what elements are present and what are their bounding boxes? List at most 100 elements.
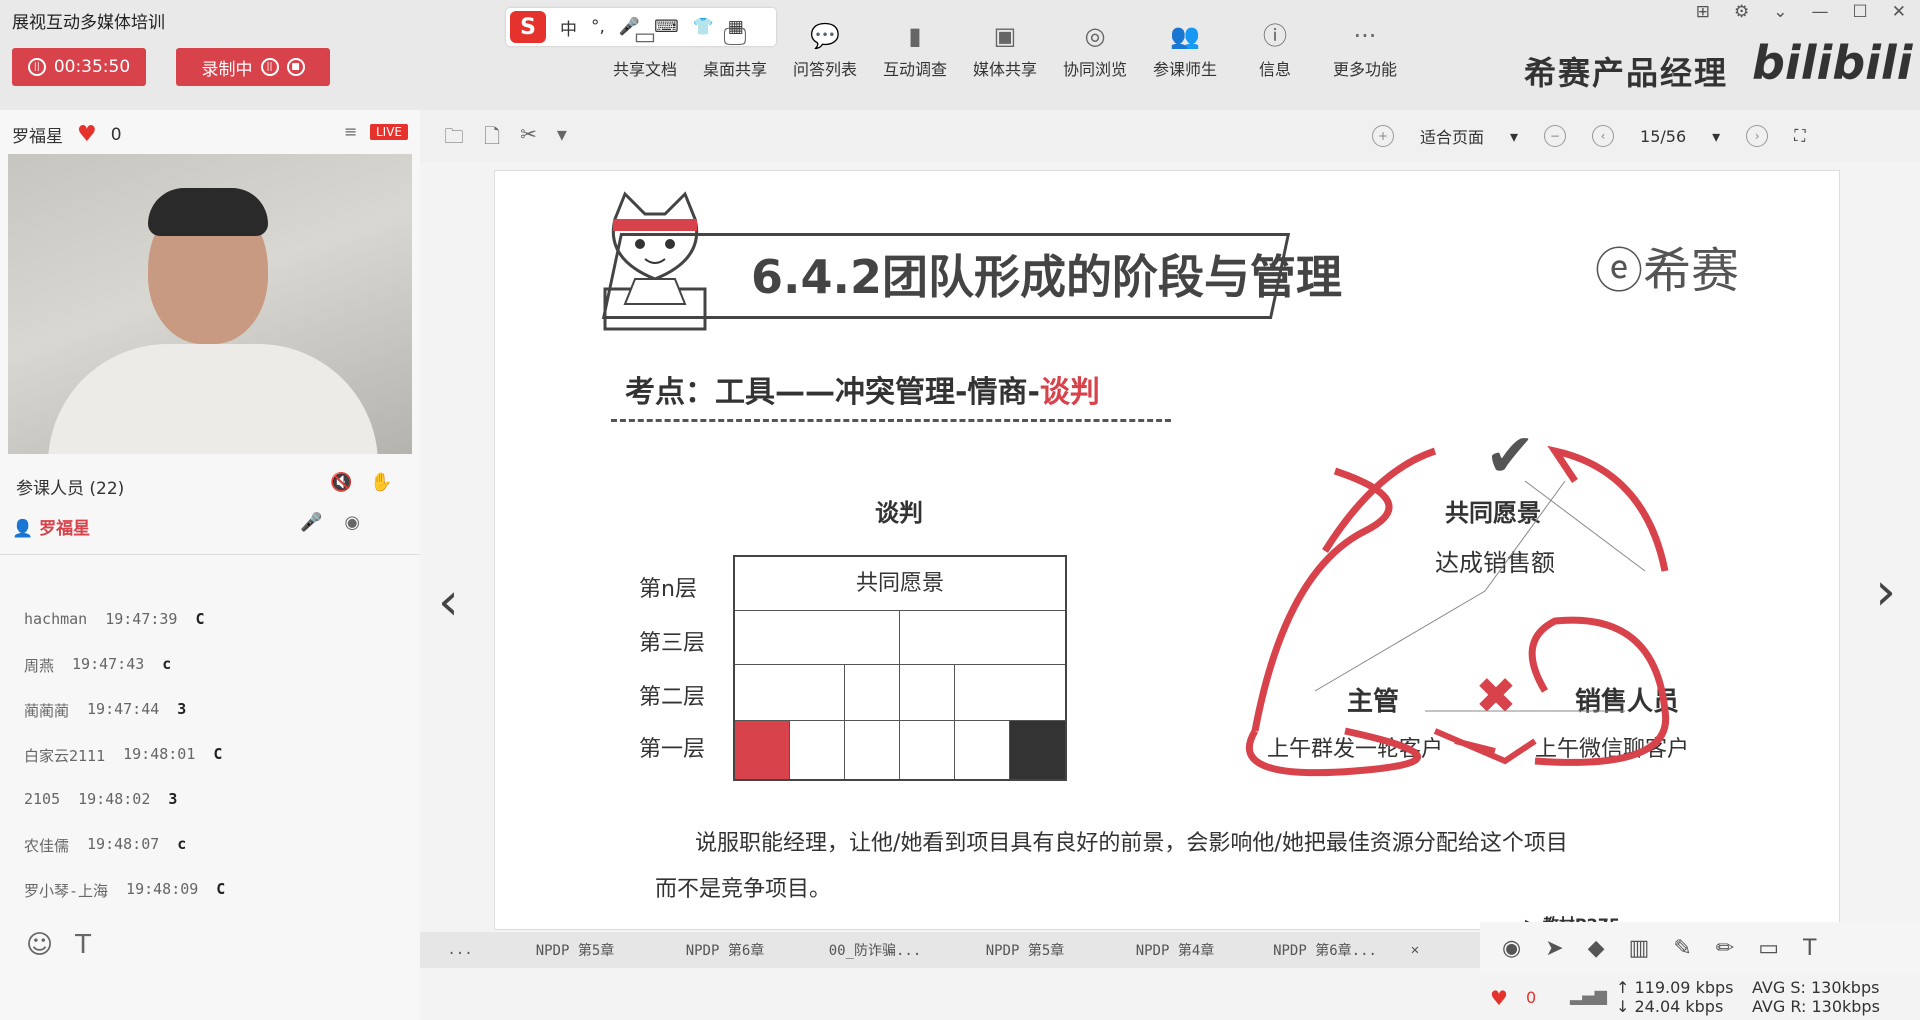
negotiation-title: 谈判 xyxy=(875,499,923,527)
tool-survey[interactable]: ▮ 互动调查 xyxy=(870,20,960,80)
camera-icon[interactable]: ◉ xyxy=(344,512,360,533)
tool-share-doc[interactable]: ▭ 共享文档 xyxy=(600,20,690,80)
signal-icon: ▂▄▆ xyxy=(1570,986,1607,1005)
timer-button[interactable]: || 00:35:50 xyxy=(12,48,146,86)
hand-icon[interactable]: ✋ xyxy=(370,472,392,493)
app-title: 展视互动多媒体培训 xyxy=(12,13,165,33)
sales-action: 上午微信聊客户 xyxy=(1535,737,1690,762)
more-icon: ··· xyxy=(1353,22,1377,50)
doc-tab[interactable]: 00_防诈骗... xyxy=(800,940,950,960)
participant-me[interactable]: 👤 罗福星 xyxy=(12,514,90,539)
cross-icon: ✖ xyxy=(1475,667,1517,725)
host-video xyxy=(8,154,412,454)
laser-pointer-icon[interactable]: ◉ xyxy=(1502,936,1521,961)
doc-tab[interactable]: NPDP 第6章 xyxy=(650,940,800,960)
chat-list[interactable]: hachman 19:47:39 C 周燕 19:47:43 c 蔺蔺蔺 19:47:44… xyxy=(24,610,384,925)
file-icon[interactable]: 🗋 xyxy=(484,122,500,156)
pen-icon[interactable]: ✏ xyxy=(1716,936,1734,961)
top-bar: 展视互动多媒体培训 || 00:35:50 录制中 || ■ S 中 °, 🎤 … xyxy=(0,0,1920,110)
dropdown-icon[interactable]: ▾ xyxy=(557,122,567,156)
user-icon: 👤 xyxy=(12,519,40,539)
text-format-icon[interactable]: T xyxy=(75,930,91,960)
page-dropdown-icon[interactable]: ▾ xyxy=(1712,127,1720,146)
chat-item: 蔺蔺蔺 19:47:44 3 xyxy=(24,700,187,720)
layer-label: 第n层 xyxy=(639,577,697,602)
fullscreen-icon[interactable]: ⛶ xyxy=(1794,126,1805,146)
rectangle-icon[interactable]: ▭ xyxy=(1758,936,1779,961)
record-stop-icon[interactable]: ■ xyxy=(286,58,305,76)
layer-grid: 共同愿景 xyxy=(733,555,1067,781)
next-slide-icon[interactable]: › xyxy=(1875,562,1896,622)
participants-label: 参课人员 (22) xyxy=(16,479,125,499)
document-tabs: ... NPDP 第5章 NPDP 第6章 00_防诈骗... NPDP 第5章… xyxy=(420,932,1480,968)
grid-cell-dark xyxy=(1010,721,1065,779)
layer-label: 第二层 xyxy=(639,685,706,710)
tool-desktop-share[interactable]: 🖵 桌面共享 xyxy=(690,20,780,80)
text-tool-icon[interactable]: T xyxy=(1803,936,1816,961)
tool-info[interactable]: ⓘ 信息 xyxy=(1230,20,1320,80)
chart-icon: ▮ xyxy=(908,22,922,50)
left-panel: 罗福星 ♥ 0 ≡ LIVE 参课人员 (22) 🔇 ✋ 👤 罗福星 🎤 ◉ h… xyxy=(0,110,420,1020)
zoom-in-icon[interactable]: + xyxy=(1372,125,1394,147)
mic-icon[interactable]: 🎤 xyxy=(300,512,322,533)
heart-icon[interactable]: ♥ xyxy=(77,122,97,147)
doc-tab[interactable]: NPDP 第5章 xyxy=(950,940,1100,960)
prev-slide-icon[interactable]: ‹ xyxy=(438,572,459,632)
recording-button[interactable]: 录制中 || ■ xyxy=(176,48,330,86)
collapse-icon[interactable]: ⌄ xyxy=(1773,2,1787,22)
zoom-select[interactable]: 适合页面 xyxy=(1420,124,1484,148)
salesperson-label: 销售人员 xyxy=(1575,687,1680,717)
grid-vision-text: 共同愿景 xyxy=(855,571,944,596)
exam-point: 考点：工具——冲突管理-情商-谈判 xyxy=(625,375,1100,410)
zoom-out-icon[interactable]: − xyxy=(1544,125,1567,147)
tool-media-share[interactable]: ▣ 媒体共享 xyxy=(960,20,1050,80)
video-person-hair xyxy=(148,188,268,236)
emoji-icon[interactable]: ☺ xyxy=(26,930,53,960)
doc-tab[interactable]: NPDP 第6章... xyxy=(1250,940,1400,960)
host-name: 罗福星 xyxy=(12,127,63,147)
grid-row xyxy=(735,721,1065,779)
chat-item: 农佳儒 19:48:07 c xyxy=(24,835,187,855)
clear-icon[interactable]: ▥ xyxy=(1629,936,1650,961)
folder-icon[interactable]: 🗀 xyxy=(444,122,464,156)
scissors-icon[interactable]: ✂ xyxy=(520,122,537,156)
page-indicator[interactable]: 15/56 xyxy=(1640,127,1686,146)
status-heart-icon[interactable]: ♥ xyxy=(1490,986,1508,1010)
next-page-icon[interactable]: › xyxy=(1746,125,1769,147)
tool-more[interactable]: ··· 更多功能 xyxy=(1320,20,1410,80)
layout-icon[interactable]: ⊞ xyxy=(1696,2,1710,22)
like-count: 0 xyxy=(110,124,122,145)
grid-cell-red xyxy=(735,721,790,779)
zoom-dropdown-icon[interactable]: ▾ xyxy=(1510,127,1518,146)
function-toolbar: ▭ 共享文档 🖵 桌面共享 💬 问答列表 ▮ 互动调查 ▣ 媒体共享 ◎ 协同浏览 👥 参课师… xyxy=(600,20,1410,80)
doc-tab[interactable]: NPDP 第5章 xyxy=(500,940,650,960)
mute-all-icon[interactable]: 🔇 xyxy=(330,472,352,493)
tool-qa-list[interactable]: 💬 问答列表 xyxy=(780,20,870,80)
tool-cobrowse[interactable]: ◎ 协同浏览 xyxy=(1050,20,1140,80)
highlighter-icon[interactable]: ✎ xyxy=(1673,936,1691,961)
prev-page-icon[interactable]: ‹ xyxy=(1592,125,1615,147)
maximize-icon[interactable]: ☐ xyxy=(1853,2,1868,22)
settings-icon[interactable]: ⚙ xyxy=(1734,2,1749,22)
film-icon: ▣ xyxy=(993,22,1017,50)
close-icon[interactable]: ✕ xyxy=(1892,2,1906,22)
viewer-toolbar: 🗀 🗋 ✂ ▾ + 适合页面 ▾ − ‹ 15/56 ▾ › ⛶ xyxy=(420,110,1920,162)
tool-attendees[interactable]: 👥 参课师生 xyxy=(1140,20,1230,80)
pointer-icon[interactable]: ➤ xyxy=(1545,936,1563,961)
list-menu-icon[interactable]: ≡ xyxy=(344,122,357,141)
doc-tab[interactable]: NPDP 第4章 xyxy=(1100,940,1250,960)
record-pause-icon[interactable]: || xyxy=(260,58,279,76)
minimize-icon[interactable]: — xyxy=(1812,2,1829,22)
doc-tab[interactable]: ... xyxy=(420,942,500,958)
sogou-logo-icon[interactable]: S xyxy=(510,11,546,43)
slide-body-line2: 而不是竞争项目。 xyxy=(655,877,832,902)
layer-label: 第一层 xyxy=(639,737,706,762)
chat-item: 白家云2111 19:48:01 C xyxy=(24,745,223,765)
grid-cell xyxy=(900,721,955,779)
chat-input-tools: ☺ T xyxy=(26,930,91,960)
qa-icon: 💬 xyxy=(810,22,840,50)
ime-chinese-mode[interactable]: 中 xyxy=(560,15,577,40)
close-tab-icon[interactable]: ✕ xyxy=(1400,942,1430,958)
eraser-icon[interactable]: ◆ xyxy=(1588,936,1605,961)
zoom-controls: + 适合页面 ▾ − ‹ 15/56 ▾ › ⛶ xyxy=(1372,124,1805,148)
